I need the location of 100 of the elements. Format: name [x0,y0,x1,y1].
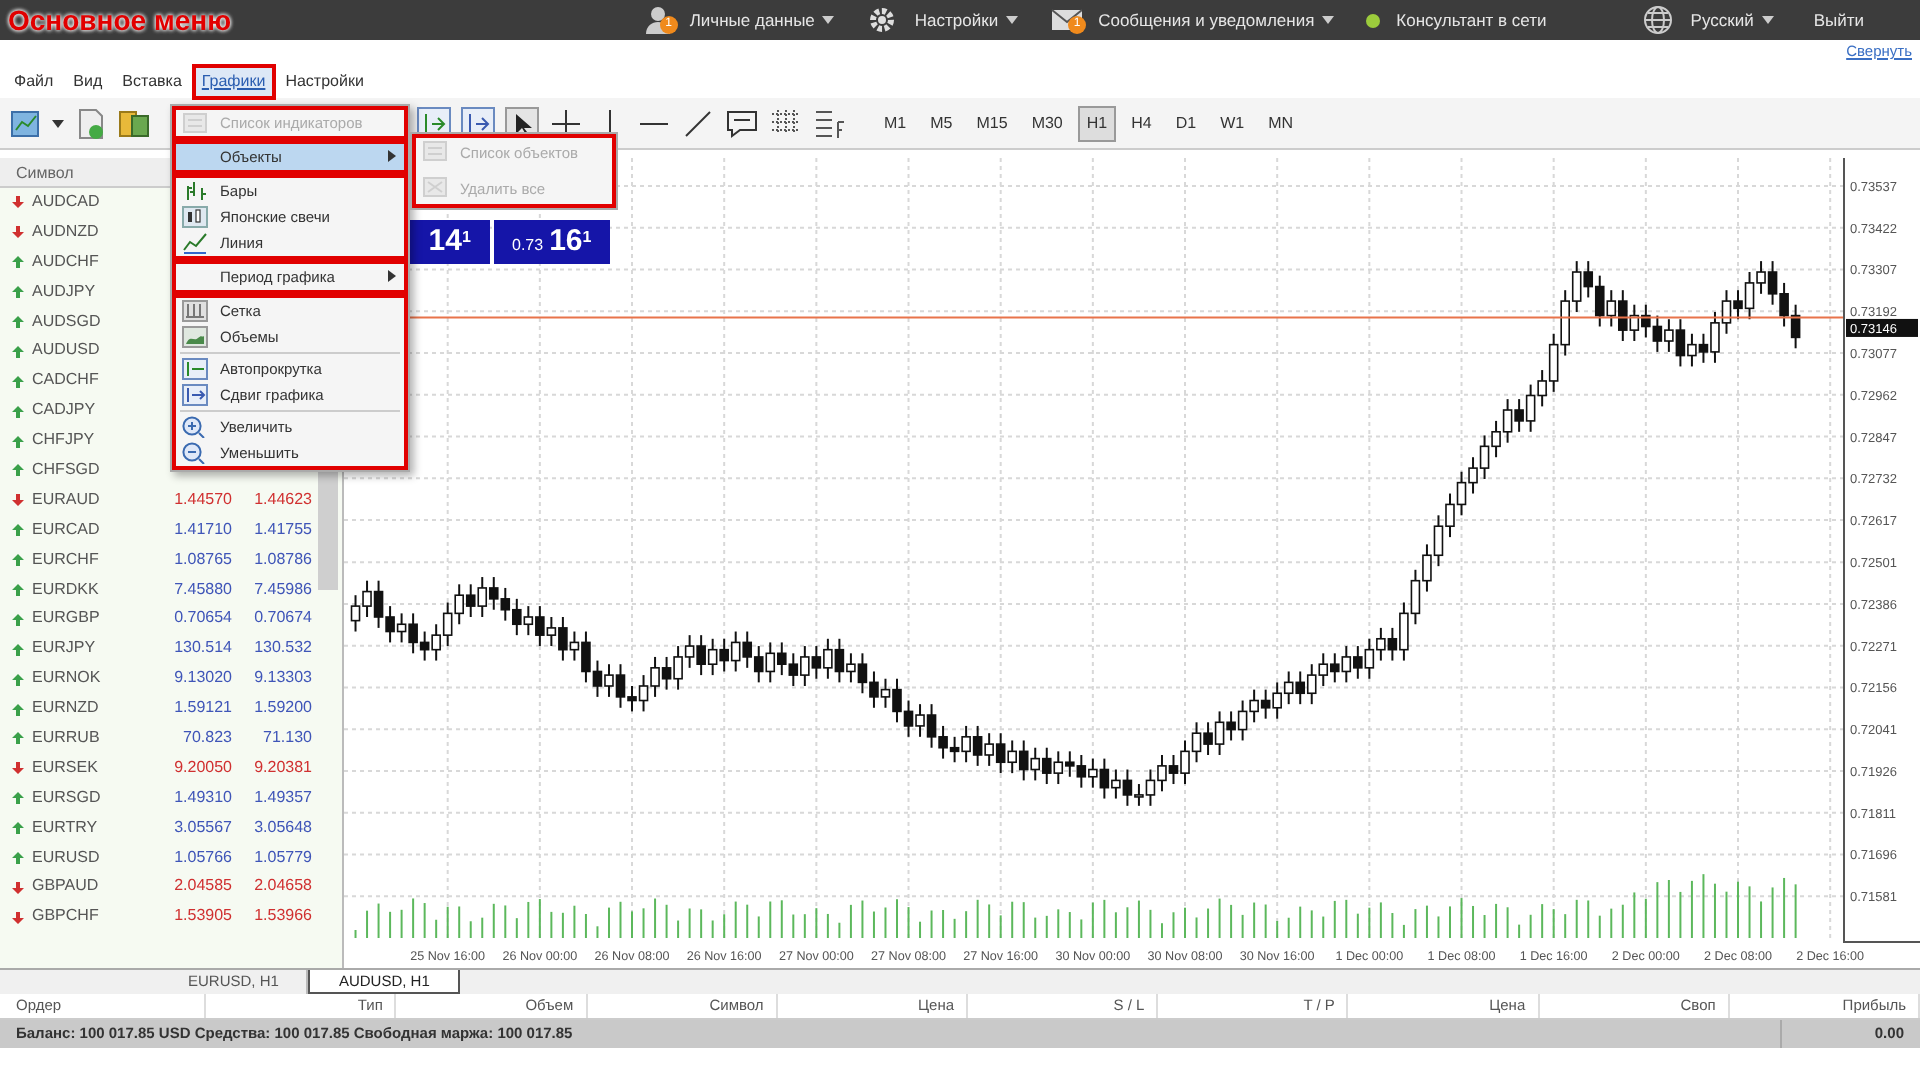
bid-price: 7.45880 [172,577,232,602]
volume-icon [182,326,208,348]
ask-price: 0.70674 [252,606,312,631]
ask-price: 1.44623 [252,487,312,512]
symbol-name[interactable]: AUDUSD [32,336,100,367]
buy-price-panel[interactable]: 0.73 16$^{1}$ [493,220,611,264]
bid-price: 1.08765 [172,547,232,572]
caret-icon[interactable] [1322,16,1335,24]
symbol-name[interactable]: EURRUB [32,724,100,754]
caret-icon[interactable] [1006,16,1019,24]
menu-item[interactable]: Графики [195,68,272,96]
menu-link[interactable]: Консультант в сети [1396,7,1547,33]
ask-price: 71.130 [261,726,312,751]
list-icon [182,112,208,134]
caret-icon[interactable] [52,119,64,127]
menu-link[interactable]: Сообщения и уведомления [1098,7,1315,33]
timeframe-button[interactable]: M30 [1023,105,1071,141]
timeframe-button[interactable]: MN [1260,105,1302,141]
bid-price: 9.13020 [172,666,232,691]
symbol-name[interactable]: EURGBP [32,604,100,635]
line-chart-icon [182,232,208,254]
autoscroll-icon [182,358,208,380]
menu-item[interactable]: Вставка [116,68,188,96]
symbol-name[interactable]: EURJPY [32,634,96,665]
bid-price: 3.05567 [172,815,232,840]
symbol-name[interactable]: EURSEK [32,753,98,784]
ask-price: 2.04658 [252,874,312,899]
bid-price: 2.04585 [172,874,232,899]
comment-icon[interactable] [724,105,760,141]
column-header: Символ [16,162,74,186]
menu-item[interactable]: Вид [67,68,109,96]
trend-line-icon[interactable] [680,105,716,141]
money-icon[interactable] [116,105,152,141]
bid-price: 130.514 [172,636,232,661]
timeframe-button[interactable]: M1 [876,105,915,141]
timeframe-button[interactable]: W1 [1212,105,1253,141]
menu-link[interactable]: Личные данные [689,7,815,33]
symbol-name[interactable]: AUDNZD [32,217,99,248]
caret-icon[interactable] [822,16,835,24]
symbol-name[interactable]: CADJPY [32,396,96,427]
ask-price: 3.05648 [252,815,312,840]
menu-link[interactable]: Выйти [1813,7,1864,33]
ask-price: 7.45986 [252,577,312,602]
ask-price: 1.08786 [252,547,312,572]
chart-shift-icon [182,384,208,406]
symbol-name[interactable]: EURSGD [32,783,101,814]
symbol-name[interactable]: AUDJPY [32,277,96,308]
menu-item[interactable]: Файл [8,68,60,96]
grid-icon [182,300,208,322]
list-icon [422,140,448,162]
symbol-name[interactable]: CADCHF [32,366,99,397]
symbol-name[interactable]: EURCAD [32,515,100,546]
symbol-name[interactable]: CHFJPY [32,426,95,457]
ask-price: 1.59200 [252,696,312,721]
menu-link[interactable]: Настройки [914,7,999,33]
new-chart-icon[interactable] [8,105,44,141]
ask-price: 9.13303 [252,666,312,691]
globe-icon[interactable] [1642,4,1675,36]
caret-icon[interactable] [1761,16,1774,24]
ask-price: 130.532 [252,636,312,661]
bid-price: 0.70654 [172,606,232,631]
symbol-name[interactable]: EURCHF [32,545,99,576]
bid-price: 1.44570 [172,487,232,512]
symbol-name[interactable]: AUDCAD [32,188,100,218]
symbol-name[interactable]: AUDSGD [32,307,101,337]
timeframe-button[interactable]: M5 [922,105,961,141]
bid-price: 1.41710 [172,517,232,542]
sell-price-panel[interactable]: 14$^{1}$ [410,220,490,264]
candlestick-icon [182,206,208,228]
settings-icon[interactable] [866,4,899,36]
zoom-out-icon [182,442,208,464]
ask-price: 1.05779 [252,845,312,870]
symbol-name[interactable]: EURNOK [32,664,101,695]
symbol-name[interactable]: CHFSGD [32,456,100,486]
timeframe-button[interactable]: H4 [1123,105,1160,141]
menu-link[interactable]: Русский [1690,7,1754,33]
ask-price: 9.20381 [252,755,312,780]
timeframe-button[interactable]: D1 [1167,105,1205,141]
ask-price: 1.53966 [252,904,312,929]
bid-price: 70.823 [181,726,232,751]
bars-icon [182,180,208,202]
symbol-name[interactable]: EURDKK [32,575,99,605]
annotation-label: Основное меню [8,2,232,38]
symbol-name[interactable]: GBPAUD [32,872,99,903]
symbol-name[interactable]: EURNZD [32,694,99,725]
bid-price: 1.59121 [172,696,232,721]
timeframe-button[interactable]: M15 [968,105,1016,141]
bid-price: 1.53905 [172,904,232,929]
menu-item[interactable]: Настройки [279,68,370,96]
submenu-arrow-icon [388,270,396,282]
ask-price: 1.41755 [252,517,312,542]
bid-price: 1.05766 [172,845,232,870]
symbol-name[interactable]: EURTRY [32,813,98,844]
symbol-name[interactable]: EURAUD [32,485,100,516]
bid-price: 1.49310 [172,785,232,810]
submenu-arrow-icon [388,150,396,162]
timeframe-button[interactable]: H1 [1078,105,1116,141]
symbol-name[interactable]: GBPCHF [32,902,99,933]
symbol-name[interactable]: AUDCHF [32,247,99,278]
symbol-name[interactable]: EURUSD [32,843,100,873]
